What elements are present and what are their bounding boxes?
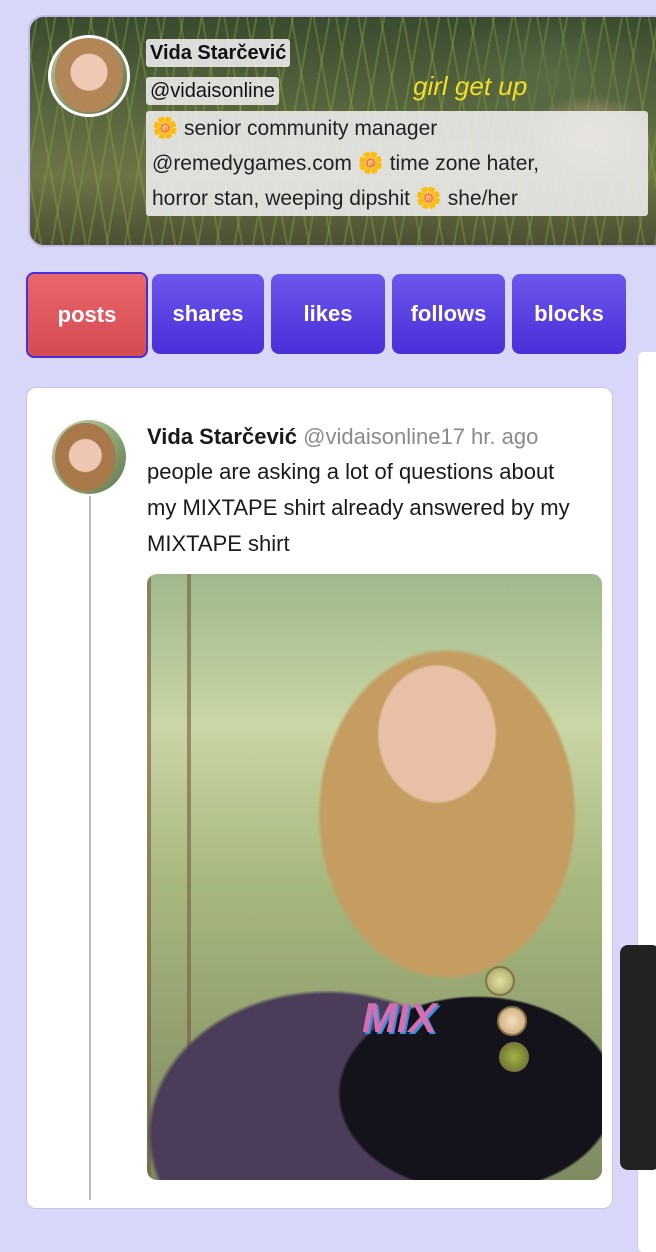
shirt-pin xyxy=(485,966,515,996)
profile-display-name: Vida Starčević xyxy=(146,39,291,67)
post-header: Vida Starčević @vidaisonline17 hr. ago xyxy=(147,424,538,450)
tab-shares[interactable]: shares xyxy=(152,274,264,354)
post-text: people are asking a lot of questions abo… xyxy=(147,459,570,556)
bio-line: @remedygames.com 🌼 time zone hater, xyxy=(152,152,540,175)
tab-blocks[interactable]: blocks xyxy=(512,274,626,354)
post-author-handle[interactable]: @vidaisonline xyxy=(303,424,440,449)
post-image[interactable]: MIX xyxy=(147,574,602,1180)
tab-posts[interactable]: posts xyxy=(26,272,148,358)
profile-bio: 🌼 senior community manager @remedygames.… xyxy=(146,111,648,216)
shirt-pin xyxy=(499,1042,529,1072)
tab-follows[interactable]: follows xyxy=(392,274,505,354)
profile-handle[interactable]: @vidaisonline xyxy=(146,77,279,105)
shirt-print-text: MIX xyxy=(362,994,437,1041)
shirt-pin xyxy=(497,1006,527,1036)
profile-tagline: girl get up xyxy=(413,71,528,101)
bio-line: 🌼 senior community manager xyxy=(152,117,438,140)
profile-avatar[interactable] xyxy=(48,35,130,117)
bio-line: horror stan, weeping dipshit 🌼 she/her xyxy=(152,187,518,210)
thread-line xyxy=(89,496,91,1200)
side-widget xyxy=(620,945,656,1170)
tab-likes[interactable]: likes xyxy=(271,274,385,354)
post-timestamp[interactable]: 17 hr. ago xyxy=(440,424,538,449)
post-author-name[interactable]: Vida Starčević xyxy=(147,424,297,449)
profile-banner: Vida Starčević @vidaisonline girl get up… xyxy=(28,15,656,247)
post-author-avatar[interactable] xyxy=(52,420,126,494)
